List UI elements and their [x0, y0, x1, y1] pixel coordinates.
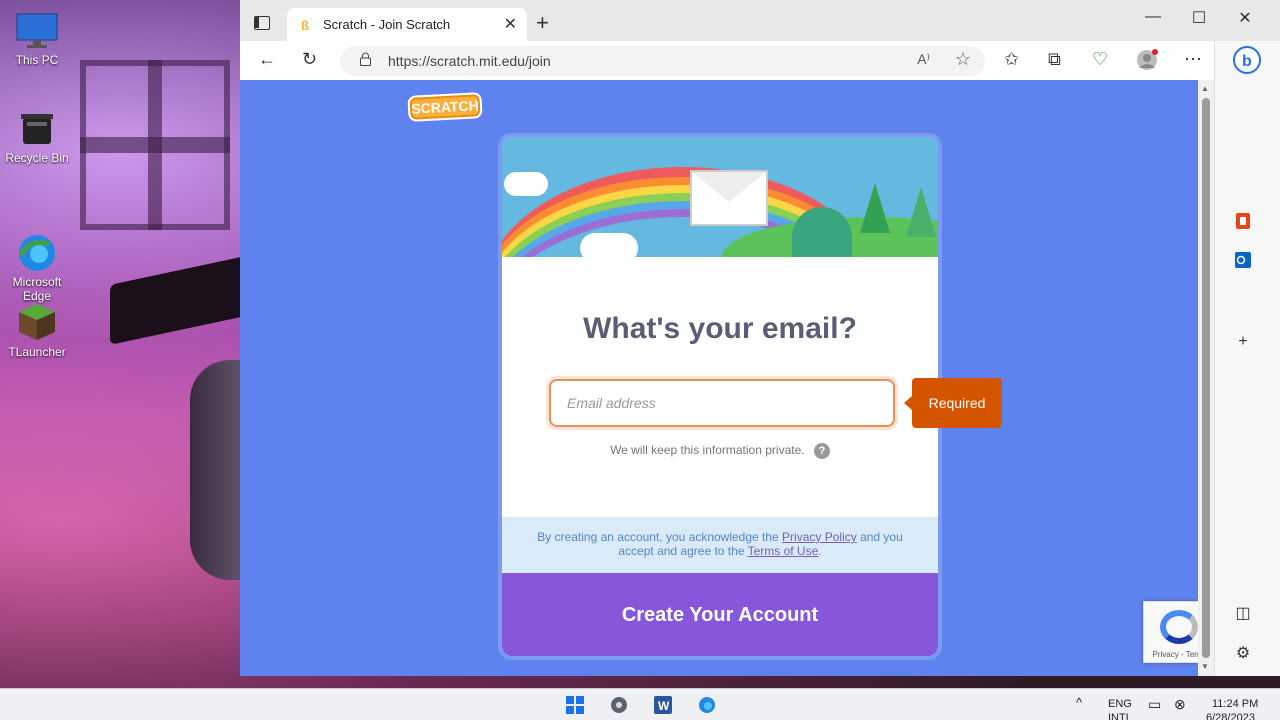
scratch-logo[interactable]: SCRATCH	[407, 92, 483, 122]
envelope-icon	[690, 170, 768, 226]
desktop-icon-label: Microsoft Edge	[12, 275, 62, 303]
terms-text-prefix: By creating an account, you acknowledge …	[537, 530, 783, 544]
word-app-icon[interactable]: W	[654, 696, 672, 714]
scratch-join-page: SCRATCH What's your email? We will keep …	[240, 80, 1198, 676]
email-banner-illustration	[502, 137, 938, 257]
network-icon[interactable]: ▭	[1148, 696, 1161, 713]
url-text: https://scratch.mit.edu/join	[388, 53, 551, 69]
svg-text:b: b	[1242, 53, 1252, 70]
scroll-thumb[interactable]	[1202, 98, 1210, 658]
hide-sidebar-icon[interactable]: ◫	[1233, 603, 1253, 623]
clock-date[interactable]: 6/28/2023	[1206, 712, 1255, 720]
join-card: What's your email? We will keep this inf…	[498, 133, 942, 660]
scratch-favicon-icon: ß	[301, 18, 309, 33]
create-account-button[interactable]: Create Your Account	[502, 573, 938, 656]
language-indicator[interactable]: ENG	[1108, 698, 1132, 710]
monitor-icon	[15, 10, 59, 50]
tree-shape	[860, 183, 890, 233]
wallpaper-car-spoiler	[110, 255, 250, 345]
tab-close-button[interactable]: ✕	[504, 14, 517, 34]
desktop-icon-this-pc[interactable]: This PC	[2, 10, 72, 67]
gear-icon[interactable]: ⚙	[1233, 643, 1253, 663]
windows-taskbar: W ^ ENG INTL ▭ ⊗ 11:24 PM 6/28/2023	[0, 688, 1280, 720]
edge-taskbar-icon[interactable]	[698, 696, 716, 714]
edge-sidebar: b + ◫ ⚙	[1214, 41, 1280, 676]
tab-actions-icon[interactable]	[254, 16, 270, 30]
svg-text:W: W	[658, 699, 670, 713]
recaptcha-badge[interactable]: Privacy - Terms	[1143, 601, 1198, 663]
refresh-icon[interactable]: ↻	[302, 49, 317, 70]
desktop-icon-label: Recycle Bin	[5, 151, 69, 165]
recycle-bin-icon	[15, 108, 59, 148]
privacy-note: We will keep this information private. ?	[502, 443, 938, 459]
email-field[interactable]	[549, 379, 895, 427]
tab-title: Scratch - Join Scratch	[323, 17, 451, 32]
scroll-up-icon[interactable]: ▲	[1201, 84, 1209, 93]
terms-of-use-link[interactable]: Terms of Use	[748, 544, 819, 558]
page-title: What's your email?	[583, 312, 857, 345]
browser-toolbar: ← ↻ https://scratch.mit.edu/join A⁾ ☆ ✩ …	[240, 41, 1280, 80]
bing-icon[interactable]: b	[1233, 46, 1261, 79]
cloud-shape	[504, 172, 548, 196]
settings-app-icon[interactable]	[610, 696, 628, 714]
profile-avatar[interactable]	[1136, 49, 1158, 76]
address-bar[interactable]: https://scratch.mit.edu/join A⁾ ☆	[340, 46, 985, 76]
desktop-icon-edge[interactable]: Microsoft Edge	[2, 204, 72, 303]
tab-scratch-join[interactable]: ß Scratch - Join Scratch ✕	[287, 8, 527, 41]
privacy-policy-link[interactable]: Privacy Policy	[782, 530, 857, 544]
lock-icon	[360, 52, 371, 66]
close-window-button[interactable]: ✕	[1230, 8, 1260, 28]
desktop-icon-recycle-bin[interactable]: Recycle Bin	[2, 108, 72, 165]
tree-shape	[906, 187, 936, 237]
maximize-button[interactable]: ☐	[1184, 8, 1214, 28]
outlook-icon[interactable]	[1233, 251, 1253, 274]
wallpaper-window	[80, 60, 230, 230]
terms-text-suffix: .	[818, 544, 822, 558]
tab-bar: ß Scratch - Join Scratch ✕ + — ☐ ✕	[240, 0, 1280, 41]
language-sub-indicator: INTL	[1108, 712, 1132, 720]
card-body: What's your email? We will keep this inf…	[502, 257, 938, 517]
browser-window: ß Scratch - Join Scratch ✕ + — ☐ ✕ ← ↻ h…	[240, 0, 1280, 676]
favorites-icon[interactable]: ✩	[1004, 49, 1019, 70]
show-hidden-icons-icon[interactable]: ^	[1076, 695, 1082, 710]
add-sidebar-app-icon[interactable]: +	[1233, 333, 1253, 351]
terms-notice: By creating an account, you acknowledge …	[502, 517, 938, 573]
office-icon[interactable]	[1233, 211, 1253, 236]
read-aloud-icon[interactable]: A⁾	[917, 51, 930, 68]
privacy-note-text: We will keep this information private.	[610, 443, 805, 458]
browser-essentials-icon[interactable]: ♡	[1092, 49, 1108, 70]
recaptcha-links[interactable]: Privacy - Terms	[1144, 650, 1198, 659]
collections-icon[interactable]: ⧉	[1048, 49, 1061, 70]
minimize-button[interactable]: —	[1138, 8, 1168, 26]
help-icon[interactable]: ?	[813, 443, 830, 459]
back-arrow-icon[interactable]: ←	[258, 49, 276, 70]
new-tab-button[interactable]: +	[536, 10, 549, 36]
clock-time[interactable]: 11:24 PM	[1212, 698, 1258, 710]
windows-start-icon[interactable]	[566, 696, 584, 714]
cloud-shape	[580, 233, 638, 257]
desktop-icon-label: TLauncher	[8, 345, 66, 359]
favorite-star-icon[interactable]: ☆	[955, 49, 971, 70]
minecraft-block-icon	[15, 302, 59, 342]
scroll-down-icon[interactable]: ▼	[1201, 662, 1209, 671]
desktop-icon-tlauncher[interactable]: TLauncher	[2, 302, 72, 359]
mountain-shape	[792, 207, 852, 257]
required-validation-tooltip: Required	[904, 378, 1002, 428]
more-menu-icon[interactable]: ⋯	[1184, 49, 1202, 70]
edge-icon	[15, 218, 59, 271]
recaptcha-icon	[1160, 610, 1198, 644]
page-scrollbar[interactable]: ▲ ▼	[1198, 80, 1214, 676]
volume-muted-icon[interactable]: ⊗	[1174, 696, 1186, 713]
desktop-icon-label: This PC	[15, 53, 59, 67]
